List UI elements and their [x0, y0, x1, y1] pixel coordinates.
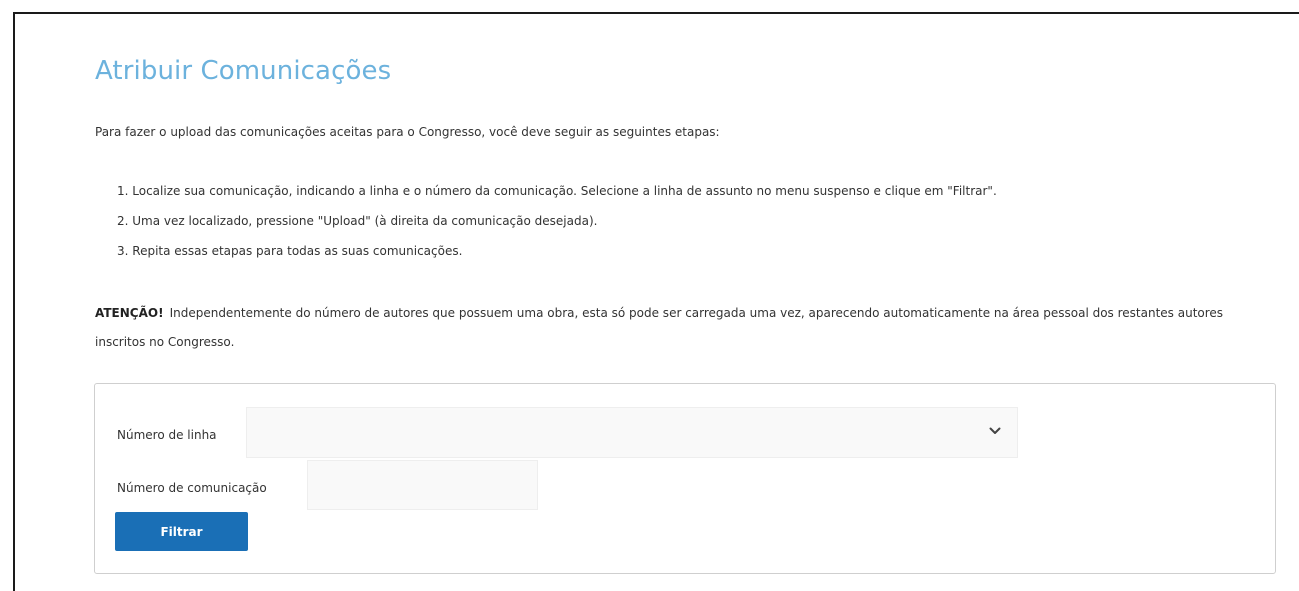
line-number-label: Número de linha: [117, 428, 217, 442]
attention-label: ATENÇÃO!: [95, 306, 164, 320]
intro-text: Para fazer o upload das comunicações ace…: [95, 125, 720, 139]
filter-button[interactable]: Filtrar: [115, 512, 248, 551]
attention-notice: ATENÇÃO! Independentemente do número de a…: [95, 299, 1255, 357]
step-item: 3. Repita essas etapas para todas as sua…: [117, 244, 463, 258]
step-item: 1. Localize sua comunicação, indicando a…: [117, 184, 997, 198]
chevron-down-icon: [989, 427, 1001, 434]
page-title: Atribuir Comunicações: [95, 56, 392, 86]
attention-text: Independentemente do número de autores q…: [95, 306, 1224, 349]
communication-number-label: Número de comunicação: [117, 481, 267, 495]
line-number-select[interactable]: [246, 407, 1018, 458]
communication-number-input[interactable]: [307, 460, 538, 510]
steps-list: 1. Localize sua comunicação, indicando a…: [117, 183, 997, 273]
step-item: 2. Uma vez localizado, pressione "Upload…: [117, 214, 598, 228]
